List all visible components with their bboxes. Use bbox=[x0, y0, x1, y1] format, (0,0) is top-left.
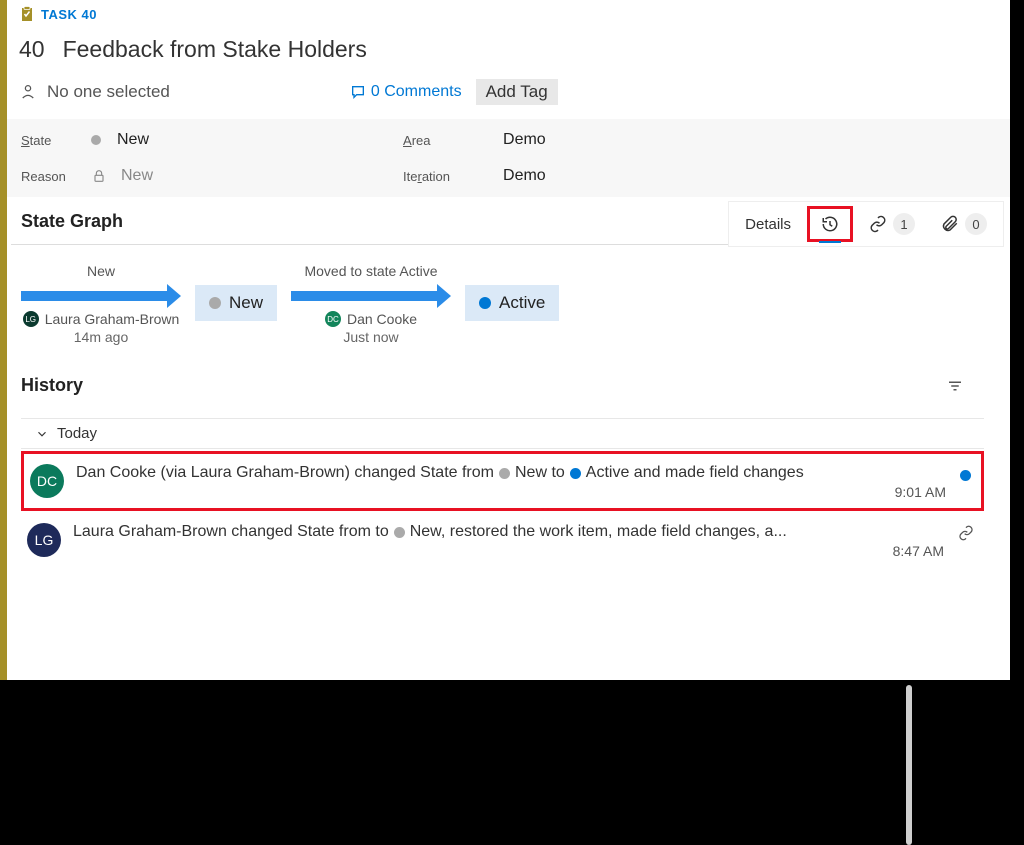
comments-count: 0 Comments bbox=[371, 83, 462, 101]
fields-grid: SStatetate New Reason New AreaArea Demo … bbox=[7, 119, 1010, 197]
sg-state-active[interactable]: Active bbox=[465, 285, 559, 321]
entry-text: Laura Graham-Brown changed State from to… bbox=[73, 523, 946, 541]
history-entry-2[interactable]: LG Laura Graham-Brown changed State from… bbox=[21, 513, 984, 567]
work-item-id: 40 bbox=[19, 36, 45, 63]
tab-attachments[interactable]: 0 bbox=[931, 207, 997, 241]
sg-label-2: Moved to state Active bbox=[304, 263, 437, 281]
field-iteration[interactable]: IterationIteration Demo bbox=[403, 167, 546, 185]
sg-state-new-label: New bbox=[229, 293, 263, 313]
sg-state-active-label: Active bbox=[499, 293, 545, 313]
history-icon bbox=[821, 215, 839, 233]
arrow-icon bbox=[291, 287, 451, 305]
entry-time: 9:01 AM bbox=[76, 484, 948, 500]
work-item-panel: TASK 40 40 Feedback from Stake Holders N… bbox=[0, 0, 1010, 680]
entry-actions bbox=[958, 525, 974, 541]
iteration-label: IterationIteration bbox=[403, 169, 503, 184]
comments-link[interactable]: 0 Comments bbox=[350, 83, 462, 101]
highlight-history-tab bbox=[807, 206, 853, 242]
state-dot-icon bbox=[91, 135, 101, 145]
task-type-badge[interactable]: TASK 40 bbox=[19, 6, 1010, 22]
state-label: SStatetate bbox=[21, 133, 91, 148]
assigned-label: No one selected bbox=[47, 82, 170, 102]
chevron-down-icon bbox=[35, 427, 49, 441]
dot-grey-icon bbox=[394, 527, 405, 538]
assigned-to[interactable]: No one selected bbox=[19, 82, 170, 102]
fields-col-right: AreaArea Demo IterationIteration Demo bbox=[403, 131, 546, 185]
sg-time-1: 14m ago bbox=[74, 329, 128, 345]
lock-icon bbox=[91, 168, 107, 184]
work-item-title[interactable]: Feedback from Stake Holders bbox=[63, 36, 367, 63]
history-entry-1[interactable]: DC Dan Cooke (via Laura Graham-Brown) ch… bbox=[24, 454, 981, 508]
state-graph: New LG Laura Graham-Brown 14m ago New Mo… bbox=[11, 245, 994, 345]
link-icon[interactable] bbox=[958, 525, 974, 541]
entry-time: 8:47 AM bbox=[73, 543, 946, 559]
dot-grey-icon bbox=[209, 297, 221, 309]
sg-transition-2: Moved to state Active DC Dan Cooke Just … bbox=[291, 263, 451, 345]
sg-meta-2: DC Dan Cooke bbox=[325, 311, 417, 327]
reason-label: Reason bbox=[21, 169, 91, 184]
entry-body: Dan Cooke (via Laura Graham-Brown) chang… bbox=[76, 464, 948, 500]
arrow-icon bbox=[21, 287, 181, 305]
dot-blue-icon bbox=[479, 297, 491, 309]
fields-col-left: SStatetate New Reason New bbox=[21, 131, 153, 185]
tabs-bar: Details 1 0 bbox=[728, 201, 1004, 247]
history-list: Today DC Dan Cooke (via Laura Graham-Bro… bbox=[21, 418, 984, 567]
sg-meta-1: LG Laura Graham-Brown bbox=[23, 311, 180, 327]
area-label: AreaArea bbox=[403, 133, 503, 148]
highlight-history-entry: DC Dan Cooke (via Laura Graham-Brown) ch… bbox=[21, 451, 984, 511]
history-section: History Today DC Dan Cooke (via Laura Gr… bbox=[11, 345, 994, 567]
sg-transition-1: New LG Laura Graham-Brown 14m ago bbox=[21, 263, 181, 345]
history-group-label: Today bbox=[57, 425, 97, 442]
entry-text: Dan Cooke (via Laura Graham-Brown) chang… bbox=[76, 464, 948, 482]
entry-actions bbox=[960, 466, 971, 481]
iteration-value: Demo bbox=[503, 167, 546, 185]
attachments-count: 0 bbox=[965, 213, 987, 235]
sg-label-1: New bbox=[87, 263, 115, 281]
add-tag-button[interactable]: Add Tag bbox=[476, 79, 558, 105]
avatar-icon: LG bbox=[23, 311, 39, 327]
content-area: Details 1 0 State Graph New LG bbox=[7, 197, 1010, 567]
title-row: 40 Feedback from Stake Holders bbox=[7, 22, 1010, 63]
field-reason[interactable]: Reason New bbox=[21, 167, 153, 185]
reason-value: New bbox=[121, 167, 153, 185]
dot-grey-icon bbox=[499, 468, 510, 479]
scrollbar-thumb[interactable] bbox=[906, 685, 912, 845]
state-value: New bbox=[117, 131, 149, 149]
avatar-icon: DC bbox=[325, 311, 341, 327]
entry-body: Laura Graham-Brown changed State from to… bbox=[73, 523, 946, 559]
unread-dot-icon bbox=[960, 470, 971, 481]
links-count: 1 bbox=[893, 213, 915, 235]
filter-icon[interactable] bbox=[946, 377, 964, 395]
sg-state-new[interactable]: New bbox=[195, 285, 277, 321]
area-value: Demo bbox=[503, 131, 546, 149]
header: TASK 40 bbox=[7, 0, 1010, 22]
field-area[interactable]: AreaArea Demo bbox=[403, 131, 546, 149]
tab-details[interactable]: Details bbox=[735, 210, 801, 239]
comment-icon bbox=[350, 84, 366, 100]
history-group-today[interactable]: Today bbox=[21, 418, 984, 449]
task-type-label: TASK 40 bbox=[41, 7, 97, 22]
paperclip-icon bbox=[941, 215, 959, 233]
history-head: History bbox=[21, 375, 984, 396]
link-icon bbox=[869, 215, 887, 233]
sg-time-2: Just now bbox=[343, 329, 398, 345]
tab-history[interactable] bbox=[811, 209, 849, 239]
field-state[interactable]: SStatetate New bbox=[21, 131, 153, 149]
sg-user-1: Laura Graham-Brown bbox=[45, 311, 180, 327]
dot-blue-icon bbox=[570, 468, 581, 479]
person-icon bbox=[19, 83, 37, 101]
avatar-icon: DC bbox=[30, 464, 64, 498]
history-title: History bbox=[21, 375, 83, 396]
clipboard-icon bbox=[19, 6, 35, 22]
avatar-icon: LG bbox=[27, 523, 61, 557]
tab-links[interactable]: 1 bbox=[859, 207, 925, 241]
meta-row: No one selected 0 Comments Add Tag bbox=[7, 63, 1010, 119]
sg-user-2: Dan Cooke bbox=[347, 311, 417, 327]
